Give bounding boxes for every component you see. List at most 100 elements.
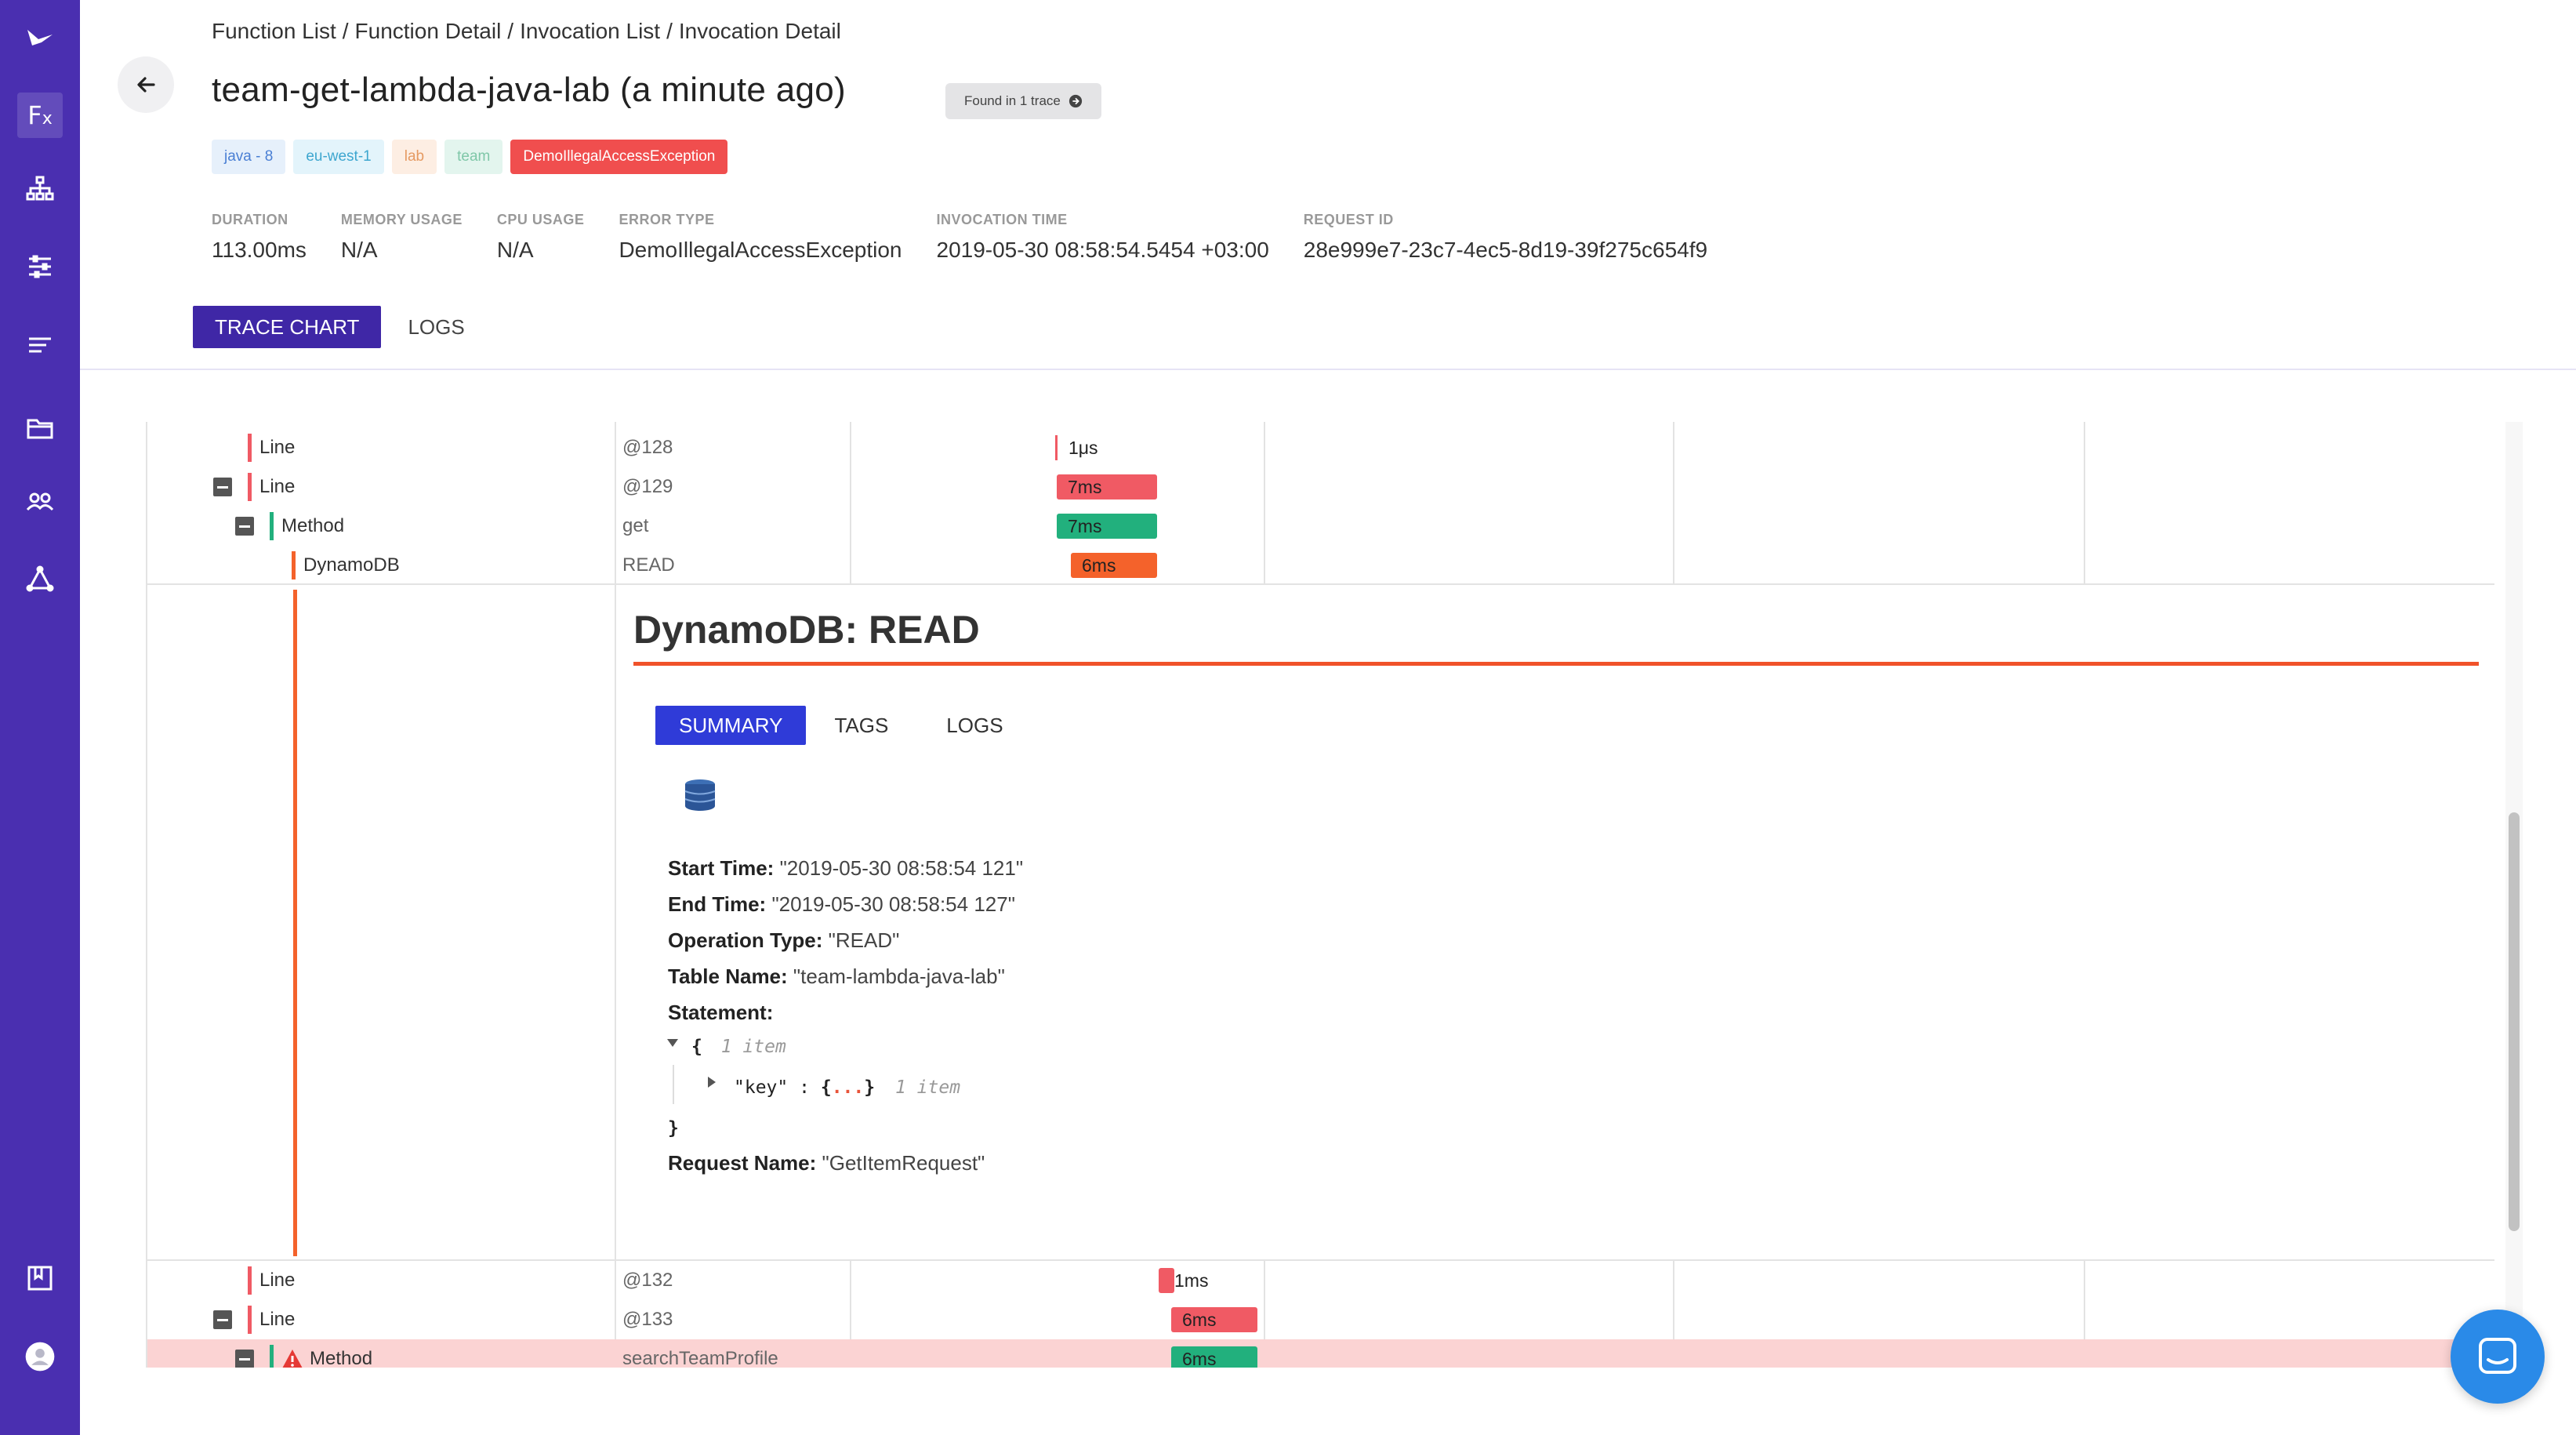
span-meta: get	[622, 515, 649, 536]
json-item-count: 1 item	[720, 1037, 786, 1057]
stat-label: INVOCATION TIME	[936, 212, 1068, 227]
tag-team: team	[444, 140, 503, 174]
user-avatar-icon[interactable]	[0, 1325, 80, 1388]
stat-label: ERROR TYPE	[619, 212, 715, 227]
breadcrumb-invocation-detail: Invocation Detail	[678, 19, 841, 43]
collapsed-caret-icon[interactable]	[707, 1076, 717, 1088]
stat-label: REQUEST ID	[1303, 212, 1394, 227]
json-brace: {	[691, 1037, 702, 1057]
list-icon[interactable]	[0, 314, 80, 376]
json-key-row[interactable]: "key" : {...} 1 item	[734, 1077, 960, 1098]
duration-fill	[1159, 1268, 1174, 1293]
json-brace: }	[668, 1118, 679, 1139]
stat-label: DURATION	[212, 212, 288, 227]
team-icon[interactable]	[0, 470, 80, 533]
logo-bird-icon[interactable]	[0, 6, 80, 69]
field-value: "2019-05-30 08:58:54 127"	[771, 892, 1015, 916]
span-name: Method	[270, 507, 344, 546]
view-tabs: TRACE CHART LOGS	[193, 306, 487, 348]
span-name: Line	[248, 467, 295, 507]
breadcrumb: Function List / Function Detail / Invocation…	[212, 19, 841, 44]
breadcrumb-function-list[interactable]: Function List	[212, 19, 336, 43]
span-label: Method	[281, 515, 345, 536]
trace-row[interactable]: Method get 7ms	[147, 507, 2494, 546]
trace-row[interactable]: DynamoDB READ 6ms	[147, 546, 2494, 585]
integrations-icon[interactable]	[0, 549, 80, 612]
breadcrumb-invocation-list[interactable]: Invocation List	[520, 19, 660, 43]
start-time-field: Start Time: "2019-05-30 08:58:54 121"	[668, 856, 1023, 881]
chat-button[interactable]	[2451, 1310, 2545, 1404]
stat-value: 113.00ms	[212, 238, 307, 262]
tab-tags[interactable]: TAGS	[811, 706, 912, 745]
filters-icon[interactable]	[0, 235, 80, 298]
trace-row[interactable]: Line @132 1ms	[147, 1261, 2494, 1300]
json-ellipsis: ...	[831, 1077, 865, 1098]
json-indent-guide	[673, 1065, 674, 1104]
expand-caret-icon[interactable]	[666, 1038, 679, 1048]
database-icon	[684, 779, 716, 811]
stat-error-type: ERROR TYPE DemoIllegalAccessException	[619, 212, 902, 263]
breadcrumb-function-detail[interactable]: Function Detail	[355, 19, 502, 43]
field-value: "GetItemRequest"	[822, 1151, 985, 1175]
collapse-toggle[interactable]	[213, 1310, 232, 1329]
duration-tick	[1055, 435, 1058, 460]
stat-memory-usage: MEMORY USAGE N/A	[341, 212, 463, 263]
collapse-toggle[interactable]	[213, 478, 232, 496]
span-meta: @132	[622, 1270, 673, 1291]
tab-summary[interactable]: SUMMARY	[655, 706, 807, 745]
field-label: Statement:	[668, 1001, 774, 1024]
span-label: Method	[310, 1348, 373, 1368]
duration-bar: 6ms	[1171, 1346, 1257, 1368]
trace-row[interactable]: Line @128 1μs	[147, 428, 2494, 467]
trace-row[interactable]: Line @133 6ms	[147, 1300, 2494, 1339]
duration-bar: 7ms	[1057, 474, 1157, 500]
json-close: }	[668, 1118, 679, 1139]
collapse-toggle[interactable]	[235, 517, 254, 536]
span-detail-underline	[633, 662, 2479, 666]
function-icon[interactable]: Fx	[17, 93, 63, 138]
tab-detail-logs[interactable]: LOGS	[923, 706, 1026, 745]
span-meta: @133	[622, 1309, 673, 1330]
invocation-stats: DURATION 113.00ms MEMORY USAGE N/A CPU USA…	[212, 212, 1742, 263]
duration-bar: 1μs	[1055, 435, 1157, 460]
field-value: "2019-05-30 08:58:54 121"	[779, 856, 1024, 880]
back-arrow-icon	[137, 77, 155, 93]
stat-duration: DURATION 113.00ms	[212, 212, 307, 263]
stat-invocation-time: INVOCATION TIME 2019-05-30 08:58:54.5454 …	[937, 212, 1269, 263]
span-tracer-line	[293, 590, 297, 1256]
span-color-bar	[270, 512, 274, 540]
tag-list: java - 8 eu-west-1 lab team DemoIllegalA…	[212, 140, 728, 174]
json-brace: {	[820, 1077, 832, 1098]
field-value: "READ"	[828, 928, 900, 952]
breadcrumb-separator: /	[342, 19, 349, 43]
stat-value: DemoIllegalAccessException	[619, 238, 902, 262]
duration-bar: 7ms	[1057, 514, 1157, 539]
docs-icon[interactable]	[0, 1247, 80, 1310]
tag-runtime: java - 8	[212, 140, 286, 174]
found-in-trace-badge[interactable]: Found in 1 trace	[945, 83, 1101, 119]
table-name-field: Table Name: "team-lambda-java-lab"	[668, 965, 1005, 989]
span-color-bar	[248, 1266, 252, 1295]
tab-logs[interactable]: LOGS	[386, 306, 486, 348]
trace-row[interactable]: Line @129 7ms	[147, 467, 2494, 507]
collapse-toggle[interactable]	[235, 1350, 254, 1368]
back-button[interactable]	[118, 56, 174, 113]
span-name: Line	[248, 1300, 295, 1339]
span-name: Line	[248, 1261, 295, 1300]
span-detail-title: DynamoDB: READ	[633, 608, 980, 652]
hierarchy-icon[interactable]	[0, 157, 80, 220]
folder-icon[interactable]	[0, 397, 80, 460]
json-key: "key"	[734, 1077, 789, 1098]
breadcrumb-separator: /	[507, 19, 514, 43]
trace-row-error[interactable]: Method searchTeamProfile 6ms	[147, 1339, 2494, 1368]
span-color-bar	[270, 1345, 274, 1368]
span-label: Line	[259, 437, 296, 458]
stat-value: N/A	[496, 238, 534, 262]
tab-trace-chart[interactable]: TRACE CHART	[193, 306, 382, 348]
scrollbar-thumb[interactable]	[2509, 812, 2520, 1231]
json-item-count: 1 item	[894, 1077, 961, 1098]
span-name: Method	[270, 1339, 372, 1368]
stat-value: N/A	[340, 238, 378, 262]
found-in-trace-label: Found in 1 trace	[964, 93, 1061, 108]
stat-value: 2019-05-30 08:58:54.5454 +03:00	[936, 238, 1269, 262]
